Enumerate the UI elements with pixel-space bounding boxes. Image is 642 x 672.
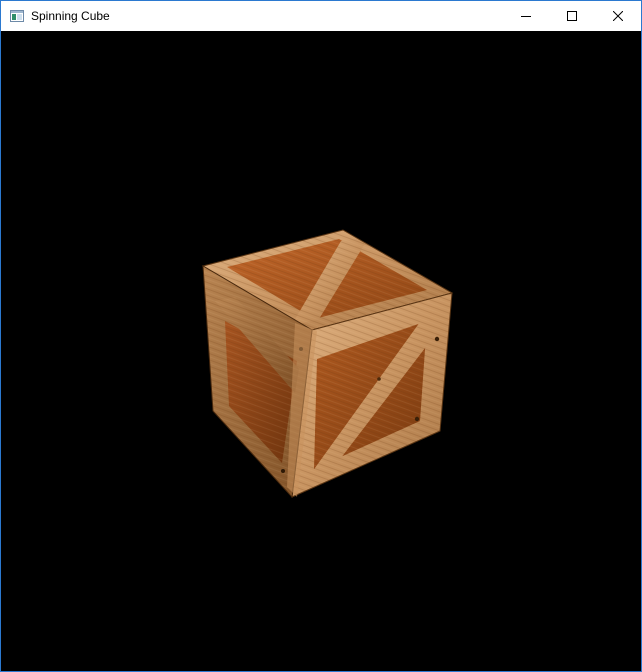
- close-icon: [613, 11, 623, 21]
- title-bar[interactable]: Spinning Cube: [1, 1, 641, 31]
- wooden-crate-cube: [201, 229, 454, 499]
- window-title: Spinning Cube: [31, 9, 110, 23]
- app-window: Spinning Cube: [0, 0, 642, 672]
- close-button[interactable]: [595, 1, 641, 31]
- render-viewport[interactable]: [1, 31, 641, 671]
- maximize-button[interactable]: [549, 1, 595, 31]
- minimize-icon: [521, 16, 531, 17]
- app-window-icon: [10, 10, 24, 22]
- minimize-button[interactable]: [503, 1, 549, 31]
- maximize-icon: [567, 11, 577, 21]
